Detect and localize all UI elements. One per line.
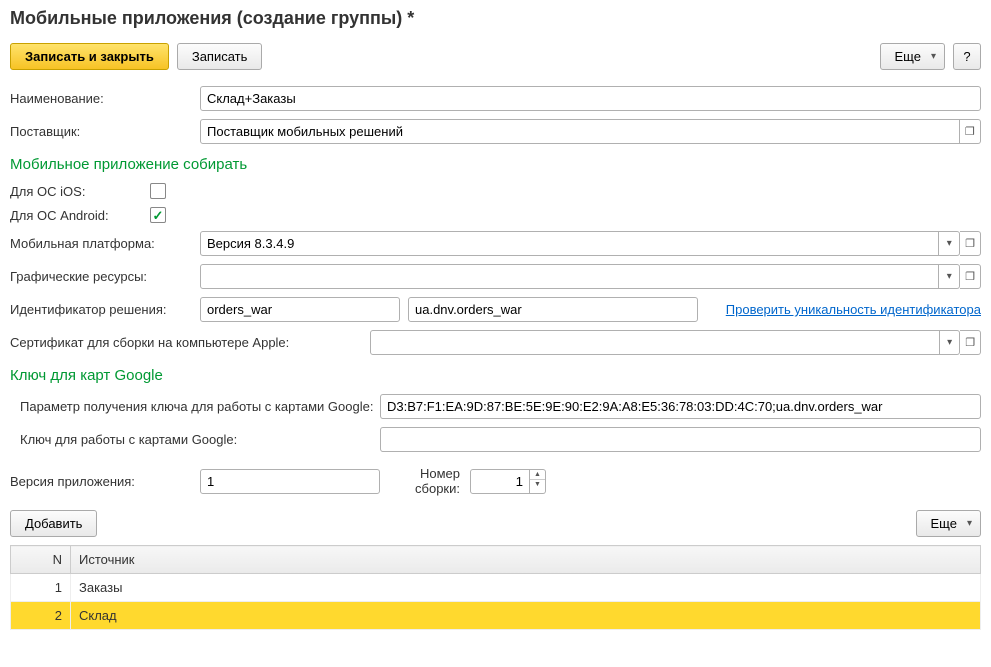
graphics-label: Графические ресурсы: — [10, 269, 200, 284]
open-icon[interactable]: ❐ — [960, 330, 981, 355]
more-button-2[interactable]: Еще — [916, 510, 981, 537]
table-row[interactable]: 2 Склад — [11, 602, 981, 630]
open-icon[interactable]: ❐ — [960, 231, 981, 256]
main-toolbar: Записать и закрыть Записать Еще ? — [10, 43, 981, 70]
spinner-up-icon[interactable]: ▲ — [530, 470, 545, 481]
supplier-input[interactable] — [200, 119, 960, 144]
app-version-input[interactable] — [200, 469, 380, 494]
table-row[interactable]: 1 Заказы — [11, 574, 981, 602]
platform-input[interactable] — [200, 231, 939, 256]
more-button[interactable]: Еще — [880, 43, 945, 70]
col-source[interactable]: Источник — [71, 546, 981, 574]
build-number-label: Номер сборки: — [380, 466, 470, 496]
open-icon[interactable]: ❐ — [960, 264, 981, 289]
google-param-input[interactable] — [380, 394, 981, 419]
save-button[interactable]: Записать — [177, 43, 263, 70]
chevron-down-icon[interactable]: ▾ — [939, 264, 960, 289]
col-n[interactable]: N — [11, 546, 71, 574]
build-number-input[interactable] — [470, 469, 530, 494]
supplier-label: Поставщик: — [10, 124, 200, 139]
section-google: Ключ для карт Google — [10, 367, 981, 384]
apple-cert-input[interactable] — [370, 330, 940, 355]
check-unique-link[interactable]: Проверить уникальность идентификатора — [726, 302, 981, 317]
page-title: Мобильные приложения (создание группы) * — [10, 8, 981, 29]
save-close-button[interactable]: Записать и закрыть — [10, 43, 169, 70]
google-param-label: Параметр получения ключа для работы с ка… — [20, 399, 380, 414]
name-input[interactable] — [200, 86, 981, 111]
section-build: Мобильное приложение собирать — [10, 156, 981, 173]
app-version-label: Версия приложения: — [10, 474, 200, 489]
name-label: Наименование: — [10, 91, 200, 106]
graphics-input[interactable] — [200, 264, 939, 289]
help-button[interactable]: ? — [953, 43, 981, 70]
spinner-down-icon[interactable]: ▼ — [530, 480, 545, 490]
sources-table: N Источник 1 Заказы 2 Склад — [10, 545, 981, 630]
google-key-label: Ключ для работы с картами Google: — [20, 432, 380, 447]
apple-cert-label: Сертификат для сборки на компьютере Appl… — [10, 335, 370, 350]
android-checkbox[interactable] — [150, 207, 166, 223]
solution-id-label: Идентификатор решения: — [10, 302, 200, 317]
platform-label: Мобильная платформа: — [10, 236, 200, 251]
ios-checkbox[interactable] — [150, 183, 166, 199]
solution-id-input-1[interactable] — [200, 297, 400, 322]
android-label: Для ОС Android: — [10, 208, 150, 223]
chevron-down-icon[interactable]: ▾ — [940, 330, 961, 355]
add-button[interactable]: Добавить — [10, 510, 97, 537]
solution-id-input-2[interactable] — [408, 297, 698, 322]
open-icon[interactable]: ❐ — [960, 119, 981, 144]
ios-label: Для ОС iOS: — [10, 184, 150, 199]
chevron-down-icon[interactable]: ▾ — [939, 231, 960, 256]
google-key-input[interactable] — [380, 427, 981, 452]
